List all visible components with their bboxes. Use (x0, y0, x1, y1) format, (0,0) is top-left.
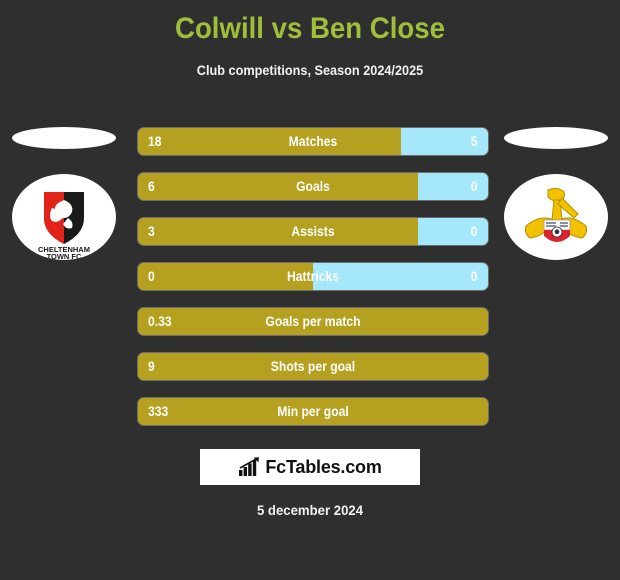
stat-row-assists: 3 Assists 0 (138, 218, 488, 245)
cheltenham-town-crest-icon: CHELTENHAM TOWN FC (38, 192, 90, 260)
away-club-badge (504, 174, 608, 260)
decorative-ellipse-right (504, 127, 608, 149)
stat-row-hattricks: 0 Hattricks 0 (138, 263, 488, 290)
home-value: 6 (148, 179, 155, 194)
watermark-text: FcTables.com (265, 456, 382, 477)
stats-list: 18 Matches 5 6 Goals 0 3 Assists 0 0 Hat… (138, 128, 488, 443)
home-value: 3 (148, 224, 155, 239)
away-value: 5 (471, 134, 478, 149)
stat-label: Min per goal (277, 404, 349, 419)
footer-date: 5 december 2024 (256, 502, 364, 518)
away-value: 0 (471, 224, 478, 239)
stat-comparison-card: Colwill vs Ben Close Club competitions, … (0, 0, 620, 580)
fctables-watermark: FcTables.com (200, 449, 420, 485)
stat-label: Shots per goal (270, 359, 356, 374)
stat-label: Hattricks (286, 269, 340, 284)
bar-chart-growth-icon (239, 457, 260, 476)
home-value: 0 (148, 269, 155, 284)
page-title: Colwill vs Ben Close (175, 12, 445, 45)
away-value: 0 (471, 269, 478, 284)
stat-label: Assists (291, 224, 335, 239)
home-value: 9 (148, 359, 155, 374)
stat-row-shots-per-goal: 9 Shots per goal (138, 353, 488, 380)
stat-row-goals-per-match: 0.33 Goals per match (138, 308, 488, 335)
stat-row-goals: 6 Goals 0 (138, 173, 488, 200)
stat-label: Matches (288, 134, 338, 149)
stat-label: Goals (296, 179, 330, 194)
away-value: 0 (471, 179, 478, 194)
decorative-ellipse-left (12, 127, 116, 149)
home-club-badge: CHELTENHAM TOWN FC (12, 174, 116, 260)
svg-text:TOWN FC: TOWN FC (47, 252, 82, 260)
stat-row-min-per-goal: 333 Min per goal (138, 398, 488, 425)
page-subtitle: Club competitions, Season 2024/2025 (196, 63, 424, 78)
stat-label: Goals per match (265, 314, 361, 329)
doncaster-rovers-crest-icon (525, 187, 587, 242)
stat-row-matches: 18 Matches 5 (138, 128, 488, 155)
